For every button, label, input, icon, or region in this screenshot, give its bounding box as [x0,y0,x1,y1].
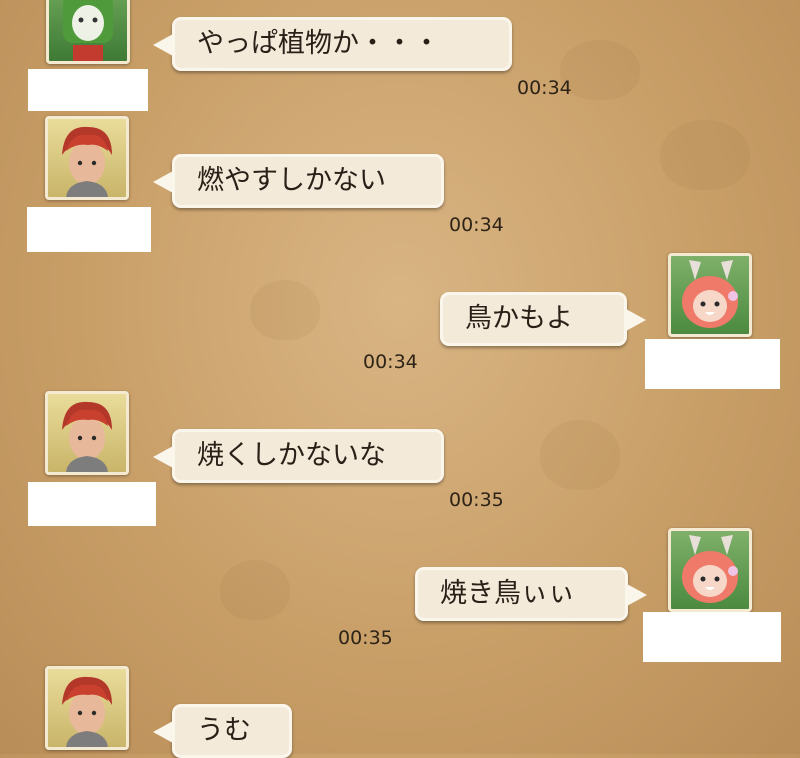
message-bubble: 燃やすしかない [153,154,444,208]
message-text: 燃やすしかない [197,165,386,196]
bubble-tail [153,446,173,468]
message-bubble: やっぱ植物か・・・ [153,17,512,71]
message-time: 00:34 [517,77,572,99]
name-redaction [27,207,151,252]
name-redaction [28,482,156,526]
name-redaction [645,339,780,389]
message-text: やっぱ植物か・・・ [197,28,440,59]
message-text: 焼き鳥ぃぃ [440,578,575,609]
pink-haired-character-icon [682,260,738,328]
message-bubble: 焼き鳥ぃぃ [415,567,647,621]
bubble-tail [153,34,173,56]
message-time: 00:34 [449,214,504,236]
bubble-tail [626,309,646,331]
bubble-tail [153,721,173,743]
message-bubble: うむ [153,704,292,758]
bubble-tail [153,171,173,193]
message-text: うむ [197,715,251,746]
avatar[interactable] [46,0,130,64]
red-haired-character-icon [62,401,112,472]
message-time: 00:35 [449,489,504,511]
avatar[interactable] [668,253,752,337]
name-redaction [28,69,148,111]
message-bubble: 焼くしかないな [153,429,444,483]
red-haired-character-icon [62,126,112,197]
avatar[interactable] [45,116,129,200]
message-time: 00:35 [338,627,393,649]
green-masked-character-icon [63,0,113,61]
message-time: 00:34 [363,351,418,373]
avatar[interactable] [45,391,129,475]
avatar[interactable] [45,666,129,750]
avatar[interactable] [668,528,752,612]
message-bubble: 鳥かもよ [440,292,646,346]
name-redaction [643,612,781,662]
message-text: 焼くしかないな [197,440,386,471]
red-haired-character-icon [62,676,112,747]
pink-haired-character-icon [682,535,738,603]
bubble-tail [627,584,647,606]
message-text: 鳥かもよ [465,303,573,334]
